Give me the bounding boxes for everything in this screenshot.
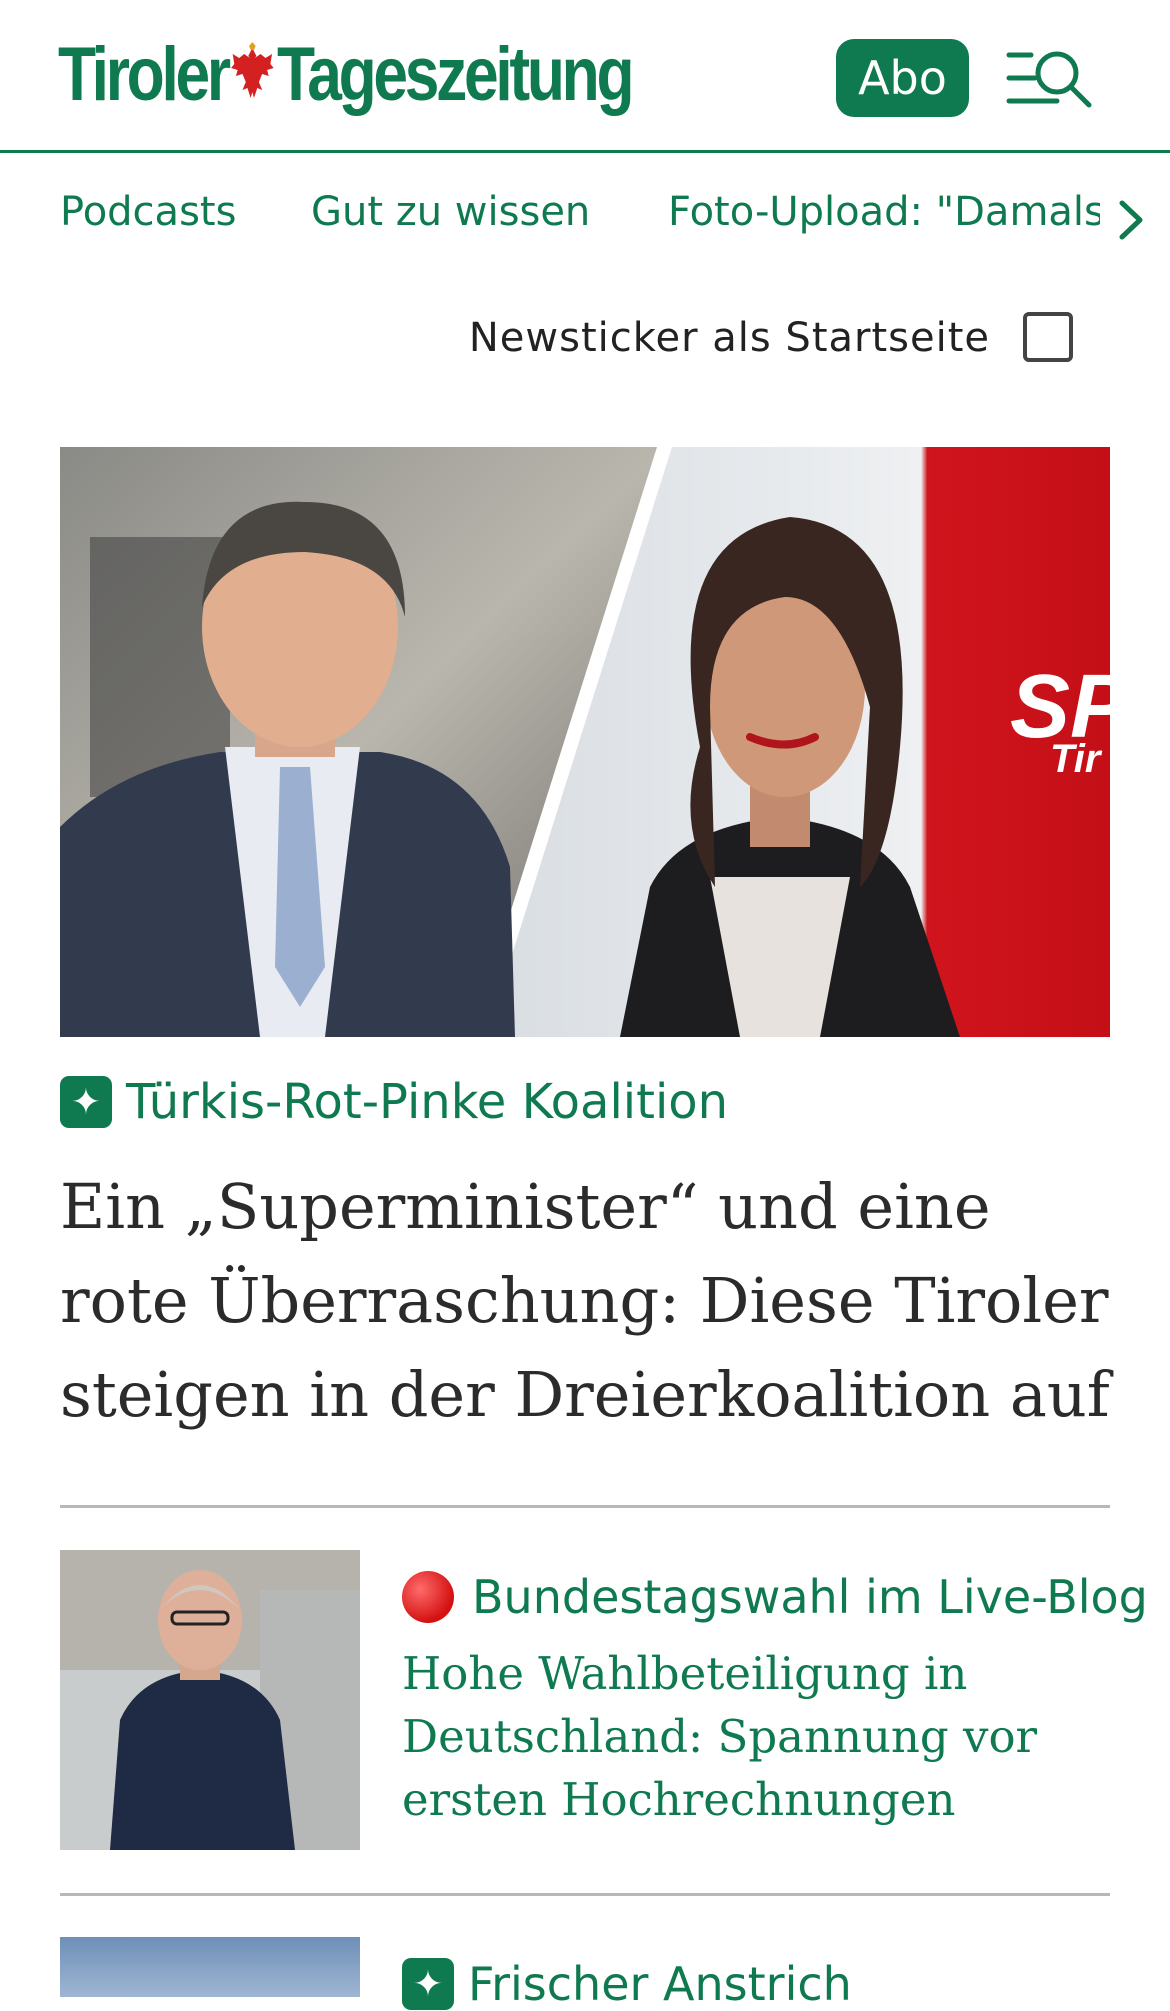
- hero-image[interactable]: SP Tir: [60, 447, 1110, 1037]
- site-header: Tiroler Tageszeitung Abo: [0, 0, 1170, 153]
- newsticker-checkbox[interactable]: [1023, 312, 1073, 362]
- divider: [60, 1505, 1110, 1508]
- plus-badge-icon: ✦: [402, 1958, 454, 2010]
- article-headline[interactable]: Hohe Wahlbeteiligung in Deutschland: Spa…: [402, 1642, 1102, 1831]
- nav-item-foto-upload[interactable]: Foto-Upload: "Damals: [668, 189, 1100, 235]
- hero-kicker-text: Türkis-Rot-Pinke Koalition: [126, 1074, 729, 1130]
- logo-text-tiroler: Tiroler: [58, 31, 231, 117]
- article-photo: [60, 1550, 360, 1850]
- menu-search-icon[interactable]: [1005, 45, 1095, 111]
- site-logo[interactable]: Tiroler Tageszeitung: [58, 28, 635, 120]
- nav-item-gut-zu-wissen[interactable]: Gut zu wissen: [311, 189, 590, 235]
- hero-kicker[interactable]: ✦ Türkis-Rot-Pinke Koalition: [60, 1074, 728, 1130]
- article-kicker-text: Bundestagswahl im Live-Blog: [472, 1570, 1148, 1624]
- newsticker-toggle-row: Newsticker als Startseite: [0, 305, 1170, 375]
- category-nav: Podcasts Gut zu wissen Foto-Upload: "Dam…: [0, 155, 1170, 275]
- chevron-right-icon[interactable]: [1110, 195, 1150, 245]
- article-kicker[interactable]: ✦ Frischer Anstrich: [402, 1957, 852, 2011]
- abo-button[interactable]: Abo: [836, 39, 969, 117]
- svg-text:Tir: Tir: [1050, 737, 1103, 781]
- article-thumbnail[interactable]: [60, 1550, 360, 1850]
- article-photo: [60, 1937, 360, 1997]
- article-thumbnail[interactable]: [60, 1937, 360, 1997]
- nav-clip: Foto-Upload: "Damals: [668, 155, 1100, 275]
- hero-headline[interactable]: Ein „Superminister“ und eine rote Überra…: [60, 1160, 1120, 1442]
- red-circle-icon: [402, 1571, 454, 1623]
- nav-item-podcasts[interactable]: Podcasts: [60, 189, 236, 235]
- hero-photo: SP Tir: [60, 447, 1110, 1037]
- plus-badge-icon: ✦: [60, 1076, 112, 1128]
- newsticker-label: Newsticker als Startseite: [468, 315, 990, 361]
- logo-text-tageszeitung: Tageszeitung: [277, 31, 635, 117]
- divider: [60, 1893, 1110, 1896]
- article-kicker-text: Frischer Anstrich: [468, 1957, 852, 2011]
- tyrolean-eagle-icon: [231, 42, 274, 98]
- article-kicker[interactable]: Bundestagswahl im Live-Blog: [402, 1570, 1148, 1624]
